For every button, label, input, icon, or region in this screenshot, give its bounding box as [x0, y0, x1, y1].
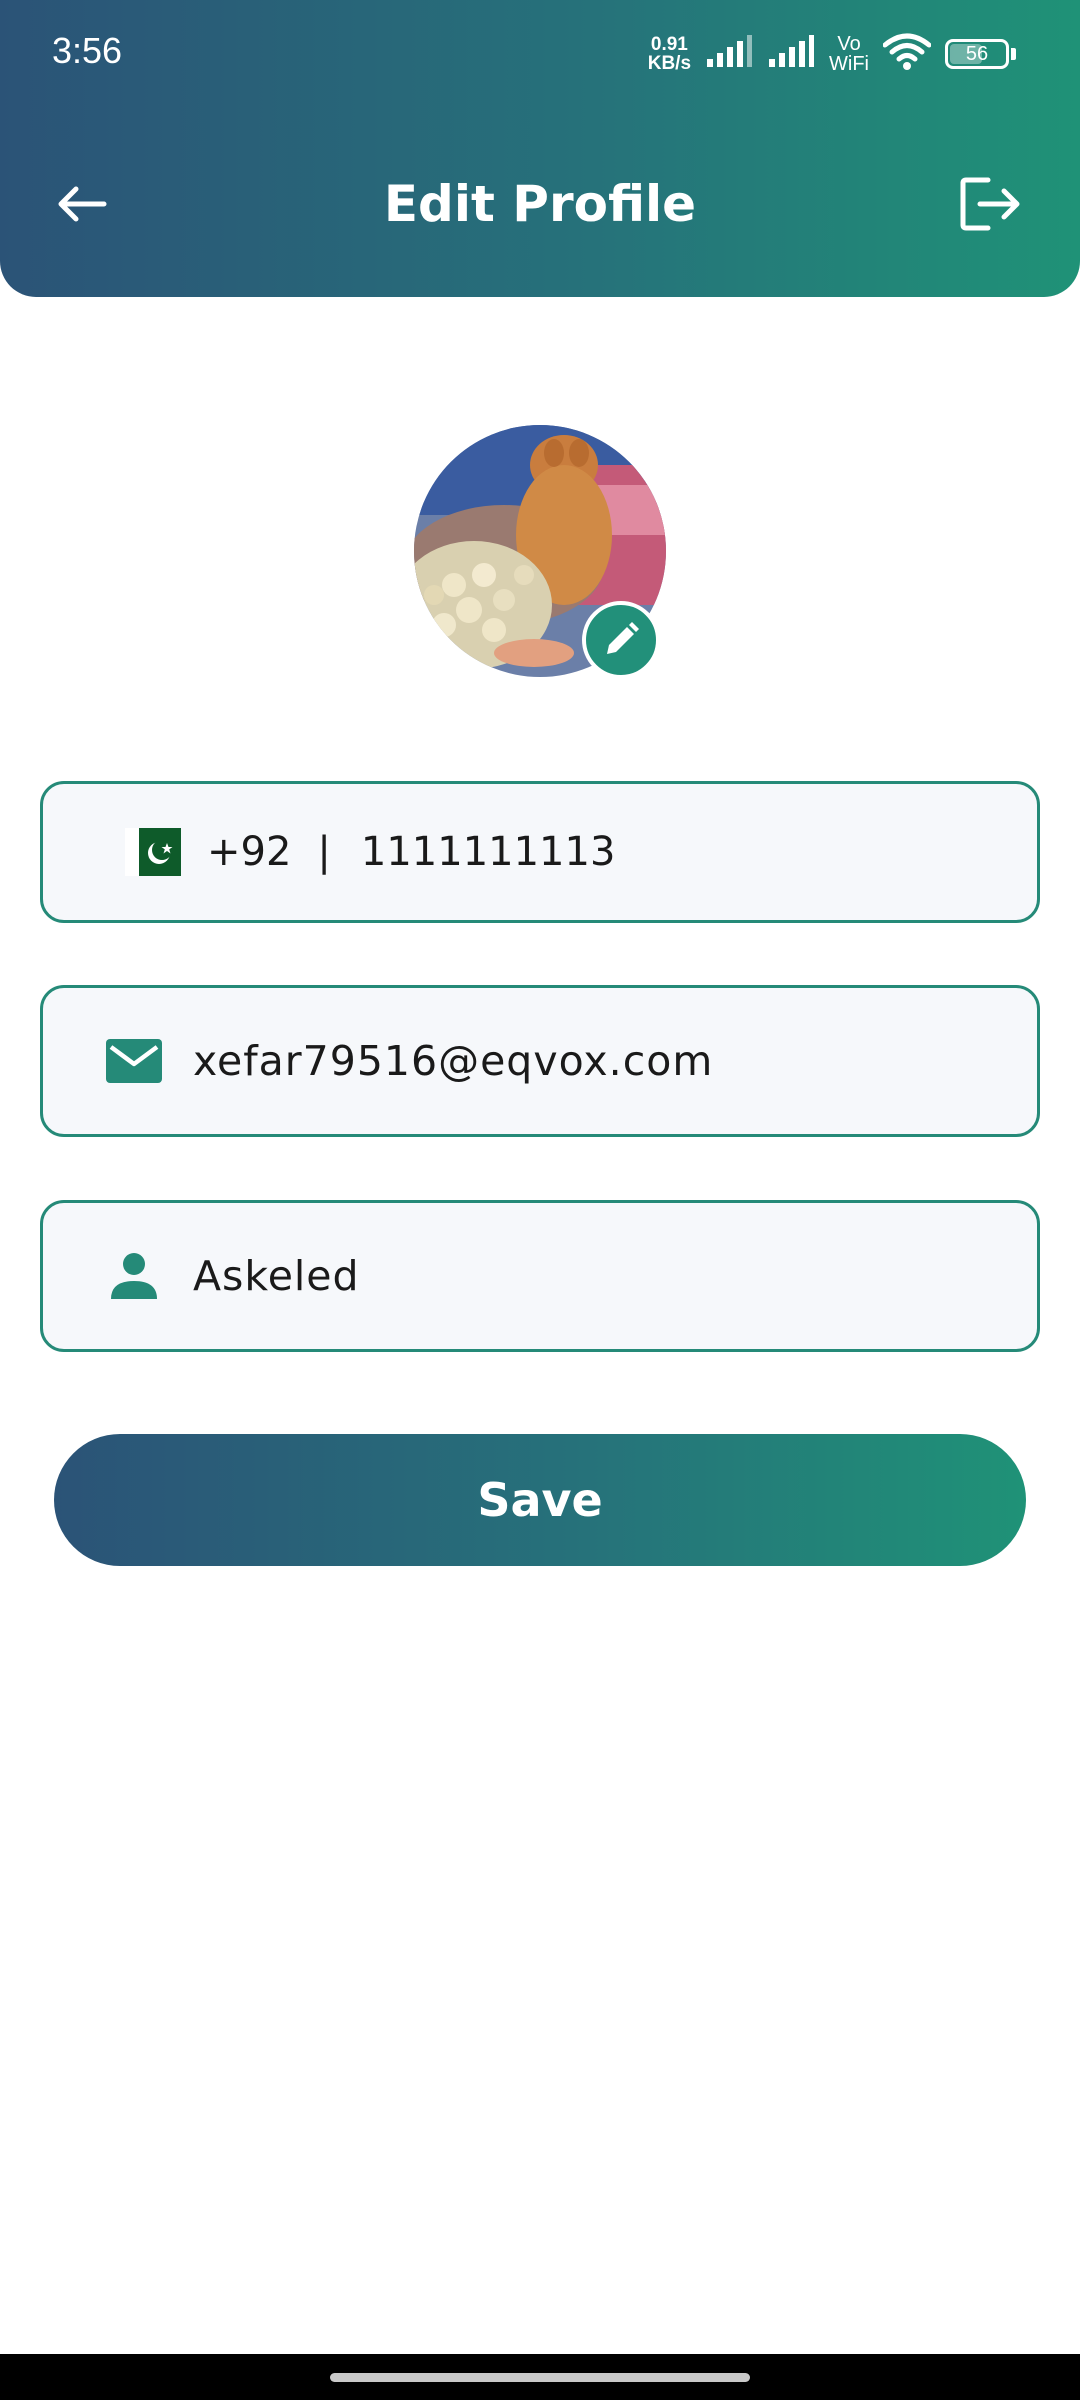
email-field[interactable]: xefar79516@eqvox.com [40, 985, 1040, 1137]
pakistan-flag-icon[interactable] [125, 828, 181, 876]
system-nav-bar [0, 2354, 1080, 2400]
save-button[interactable]: Save [54, 1434, 1026, 1566]
status-icons: 0.91 KB/s Vo WiFi 56 [648, 28, 1016, 80]
name-input[interactable]: Askeled [193, 1252, 360, 1300]
battery-body: 56 [945, 39, 1009, 69]
battery-level: 56 [965, 42, 989, 65]
logout-icon [960, 177, 1020, 231]
network-speed-unit: KB/s [647, 53, 692, 74]
battery-tip [1011, 48, 1016, 60]
phone-field[interactable]: +92 | 1111111113 [40, 781, 1040, 923]
person-icon [105, 1247, 163, 1305]
edit-avatar-button[interactable] [582, 601, 660, 679]
phone-separator: | [317, 829, 331, 875]
status-time: 3:56 [52, 30, 123, 71]
vowifi-indicator: Vo WiFi [829, 34, 869, 74]
logout-button[interactable] [956, 170, 1024, 238]
network-speed: 0.91 KB/s [648, 35, 691, 73]
edit-profile-screen: 3:56 0.91 KB/s Vo WiFi 56 Edit Profile +… [0, 0, 1080, 2400]
signal-icon [767, 35, 815, 73]
wifi-icon [882, 33, 932, 75]
country-code[interactable]: +92 [207, 829, 291, 875]
save-button-label: Save [477, 1473, 603, 1527]
battery-icon: 56 [945, 39, 1016, 69]
vowifi-bottom: WiFi [829, 53, 869, 75]
mail-icon [105, 1032, 163, 1090]
home-indicator[interactable] [330, 2373, 750, 2382]
email-input[interactable]: xefar79516@eqvox.com [193, 1037, 713, 1085]
page-title: Edit Profile [383, 175, 697, 233]
profile-avatar-section [414, 425, 666, 679]
vowifi-top: Vo [837, 33, 861, 55]
phone-number-input[interactable]: 1111111113 [361, 829, 616, 875]
network-speed-value: 0.91 [650, 34, 688, 55]
pencil-icon [607, 622, 639, 654]
signal-icon [705, 35, 753, 73]
app-header: 3:56 0.91 KB/s Vo WiFi 56 Edit Profile [0, 0, 1080, 297]
name-field[interactable]: Askeled [40, 1200, 1040, 1352]
